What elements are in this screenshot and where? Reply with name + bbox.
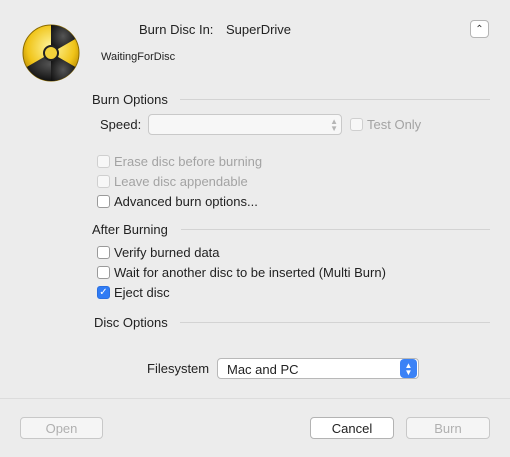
verify-data-checkbox[interactable] <box>97 246 110 259</box>
cancel-button[interactable]: Cancel <box>310 417 394 439</box>
filesystem-value: Mac and PC <box>227 362 299 377</box>
open-button[interactable]: Open <box>20 417 103 439</box>
advanced-options-checkbox[interactable] <box>97 195 110 208</box>
status-text: WaitingForDisc <box>101 51 176 63</box>
verify-data-label: Verify burned data <box>114 245 220 260</box>
disc-options-title: Disc Options <box>94 315 168 330</box>
after-burning-title: After Burning <box>92 222 168 237</box>
speed-label: Speed: <box>100 117 142 132</box>
footer-separator <box>0 398 510 399</box>
device-name: SuperDrive <box>226 22 292 37</box>
after-burning-separator <box>181 229 490 230</box>
speed-select[interactable]: ▲ ▼ <box>148 114 342 135</box>
multi-burn-checkbox[interactable] <box>97 266 110 279</box>
burn-disc-in-label: Burn Disc In: <box>139 22 214 37</box>
eject-disc-checkbox[interactable]: ✓ <box>97 286 110 299</box>
checkmark-icon: ✓ <box>99 286 108 298</box>
chevron-up-icon: ⌃ <box>475 23 484 35</box>
disc-options-separator <box>180 322 490 323</box>
test-only-checkbox[interactable] <box>350 118 363 131</box>
filesystem-label: Filesystem <box>147 361 210 376</box>
leave-appendable-label: Leave disc appendable <box>114 174 248 189</box>
burn-options-title: Burn Options <box>92 92 168 107</box>
test-only-label: Test Only <box>367 117 422 132</box>
eject-disc-label: Eject disc <box>114 285 170 300</box>
erase-disc-label: Erase disc before burning <box>114 154 263 169</box>
filesystem-stepper-icon: ▲ ▼ <box>400 359 417 378</box>
collapse-button[interactable]: ⌃ <box>470 20 489 38</box>
advanced-options-label: Advanced burn options... <box>114 194 258 209</box>
erase-disc-checkbox[interactable] <box>97 155 110 168</box>
filesystem-select[interactable]: Mac and PC ▲ ▼ <box>217 358 419 379</box>
burn-disc-icon <box>22 24 80 82</box>
speed-stepper-icon: ▲ ▼ <box>330 117 338 133</box>
leave-appendable-checkbox[interactable] <box>97 175 110 188</box>
burn-button[interactable]: Burn <box>406 417 490 439</box>
burn-options-separator <box>180 99 490 100</box>
multi-burn-label: Wait for another disc to be inserted (Mu… <box>114 265 386 280</box>
